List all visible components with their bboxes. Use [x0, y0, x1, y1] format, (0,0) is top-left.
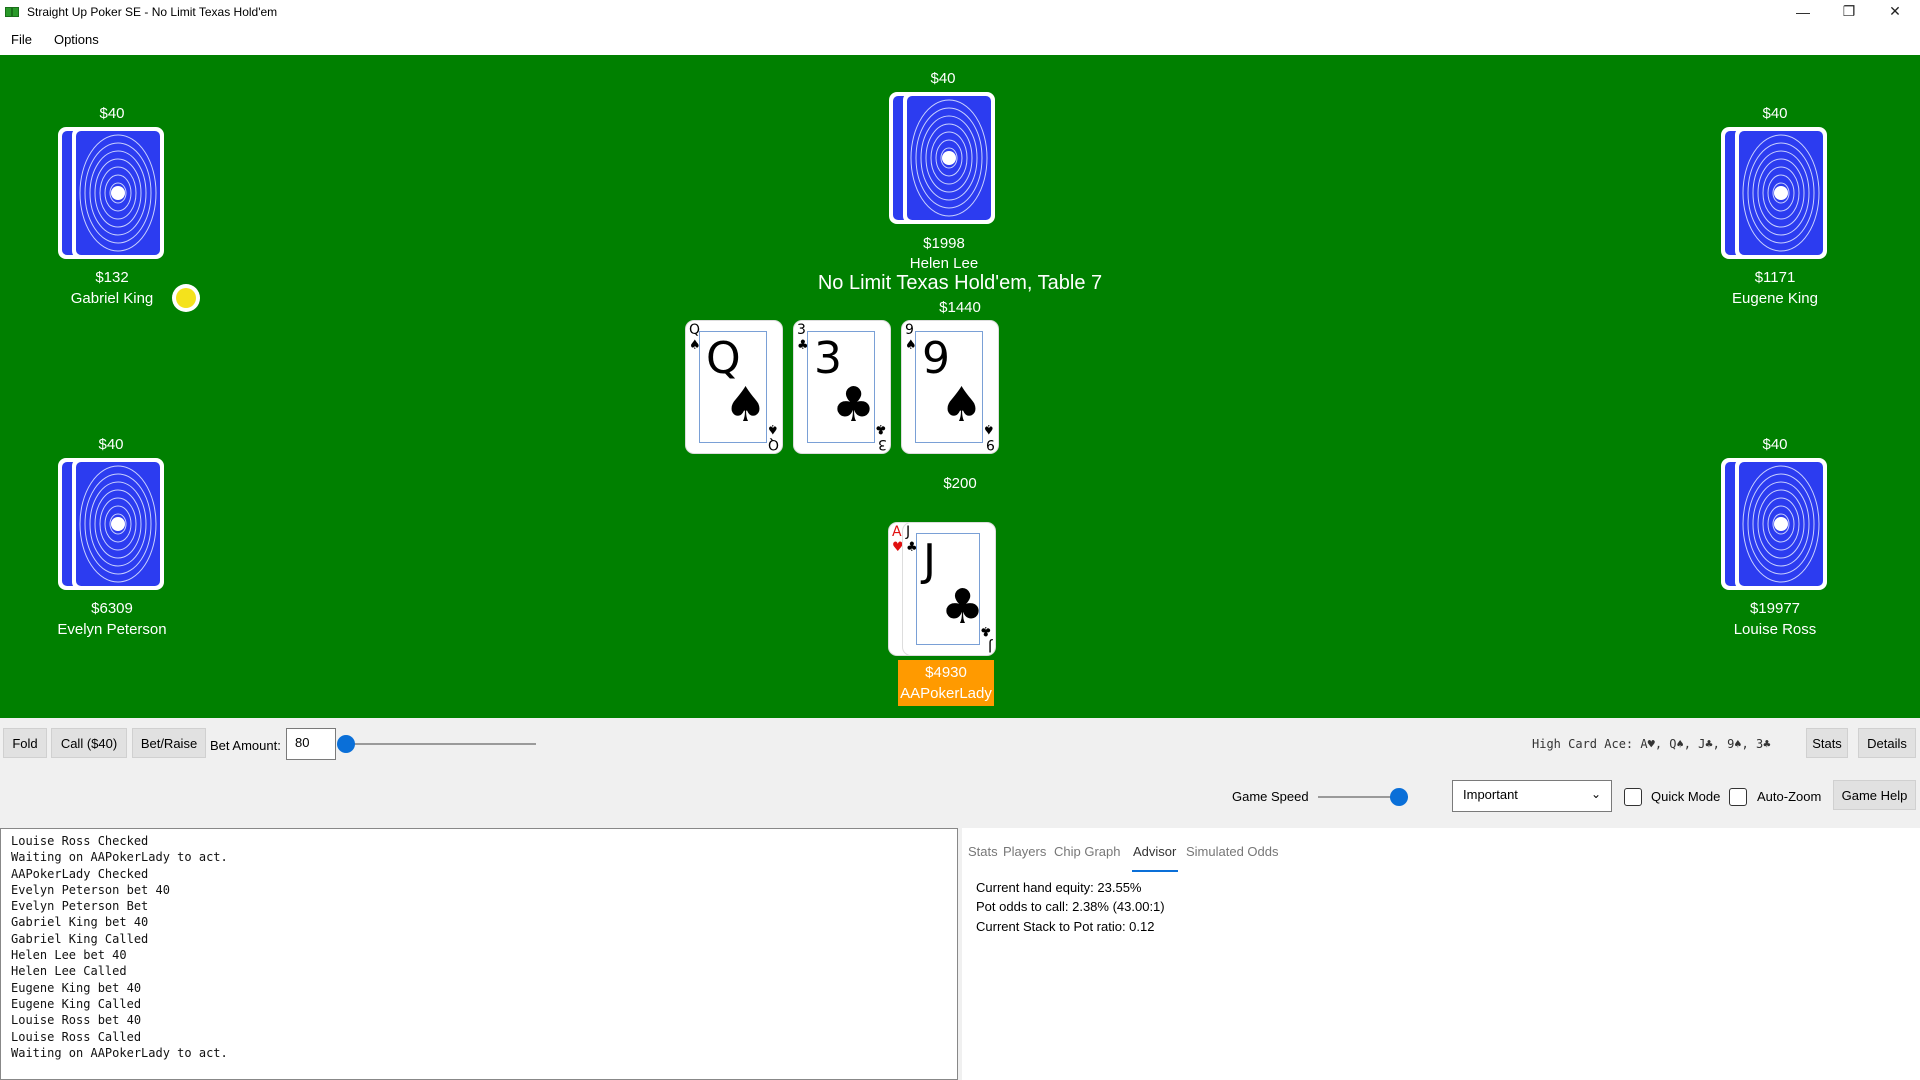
pot-amount: $1440	[939, 299, 981, 316]
louise-hand	[1721, 458, 1831, 590]
bet-slider-thumb[interactable]	[337, 735, 355, 753]
hand-strength-hint: High Card Ace: A♥, Q♠, J♣, 9♠, 3♣	[1532, 737, 1771, 751]
speed-slider-thumb[interactable]	[1390, 788, 1408, 806]
verbosity-value: Important	[1463, 787, 1518, 802]
details-button[interactable]: Details	[1858, 728, 1916, 758]
menu-bar: File Options	[0, 23, 1920, 55]
gabriel-hand	[58, 127, 168, 259]
tab-chip-graph[interactable]: Chip Graph	[1054, 844, 1120, 859]
gabriel-name: Gabriel King	[70, 290, 154, 307]
my-card-2: J ♣ J ♣ J ♣	[903, 523, 995, 655]
eugene-hand	[1721, 127, 1831, 259]
minimize-button[interactable]: —	[1780, 0, 1826, 23]
helen-bet: $40	[930, 70, 956, 87]
card-back	[1735, 127, 1827, 259]
gabriel-stack: $132	[95, 269, 129, 286]
my-hand: A ♥ J ♣ J ♣ J ♣	[889, 523, 999, 655]
close-button[interactable]: ✕	[1872, 0, 1918, 23]
poker-table: $40 $132 Gabriel King $40 $1998 Helen Le…	[0, 55, 1920, 718]
menu-file[interactable]: File	[0, 32, 43, 47]
active-tab-indicator	[1132, 870, 1178, 872]
advisor-pot-odds: Pot odds to call: 2.38% (43.00:1)	[976, 899, 1165, 914]
app-icon	[5, 5, 21, 19]
tab-players[interactable]: Players	[1003, 844, 1046, 859]
card-back	[72, 458, 164, 590]
louise-bet: $40	[1762, 436, 1788, 453]
menu-options[interactable]: Options	[43, 32, 110, 47]
tab-advisor[interactable]: Advisor	[1133, 844, 1176, 859]
maximize-button[interactable]: ❐	[1826, 0, 1872, 23]
my-name: AAPokerLady	[900, 685, 992, 702]
fold-button[interactable]: Fold	[3, 728, 47, 758]
table-title: No Limit Texas Hold'em, Table 7	[817, 272, 1103, 294]
card-back	[1735, 458, 1827, 590]
game-help-button[interactable]: Game Help	[1833, 780, 1916, 810]
evelyn-name: Evelyn Peterson	[57, 621, 167, 638]
title-bar: Straight Up Poker SE - No Limit Texas Ho…	[0, 0, 1920, 23]
tab-simulated-odds[interactable]: Simulated Odds	[1186, 844, 1279, 859]
auto-zoom-checkbox[interactable]	[1729, 788, 1747, 806]
dealer-button	[172, 284, 200, 312]
auto-zoom-label: Auto-Zoom	[1757, 789, 1822, 804]
evelyn-stack: $6309	[91, 600, 133, 617]
stats-button[interactable]: Stats	[1806, 728, 1848, 758]
eugene-bet: $40	[1762, 105, 1788, 122]
card-back	[72, 127, 164, 259]
event-log[interactable]: Louise Ross Checked Waiting on AAPokerLa…	[0, 828, 958, 1080]
log-verbosity-select[interactable]: Important ⌄	[1452, 780, 1612, 812]
card-back	[903, 92, 995, 224]
bet-amount-input[interactable]: 80	[286, 728, 336, 760]
tab-stats[interactable]: Stats	[968, 844, 998, 859]
helen-stack: $1998	[923, 235, 965, 252]
quick-mode-checkbox[interactable]	[1624, 788, 1642, 806]
evelyn-bet: $40	[98, 436, 124, 453]
community-card-2: 3 ♣ 3 ♣ 3 ♣	[794, 321, 890, 453]
eugene-stack: $1171	[1754, 269, 1796, 286]
community-card-1: Q ♠ Q ♠ Q ♠	[686, 321, 782, 453]
louise-name: Louise Ross	[1733, 621, 1817, 638]
info-panel: Stats Players Chip Graph Advisor Simulat…	[962, 828, 1920, 1080]
controls-bar: Fold Call ($40) Bet/Raise Bet Amount: 80…	[0, 718, 1920, 822]
louise-stack: $19977	[1749, 600, 1801, 617]
bet-raise-button[interactable]: Bet/Raise	[132, 728, 206, 758]
my-stack: $4930	[925, 664, 967, 681]
bet-slider-track	[346, 743, 536, 745]
advisor-spr: Current Stack to Pot ratio: 0.12	[976, 919, 1155, 934]
call-button[interactable]: Call ($40)	[51, 728, 127, 758]
helen-hand	[889, 92, 999, 224]
bet-amount-label: Bet Amount:	[210, 738, 281, 753]
advisor-equity: Current hand equity: 23.55%	[976, 880, 1142, 895]
game-speed-label: Game Speed	[1232, 789, 1309, 804]
window-title: Straight Up Poker SE - No Limit Texas Ho…	[27, 4, 278, 19]
community-card-3: 9 ♠ 9 ♠ 9 ♠	[902, 321, 998, 453]
eugene-name: Eugene King	[1732, 290, 1818, 307]
gabriel-bet: $40	[99, 105, 125, 122]
chevron-down-icon: ⌄	[1590, 787, 1601, 801]
my-bet: $200	[943, 475, 977, 492]
evelyn-hand	[58, 458, 168, 590]
quick-mode-label: Quick Mode	[1651, 789, 1721, 804]
helen-name: Helen Lee	[909, 255, 979, 272]
